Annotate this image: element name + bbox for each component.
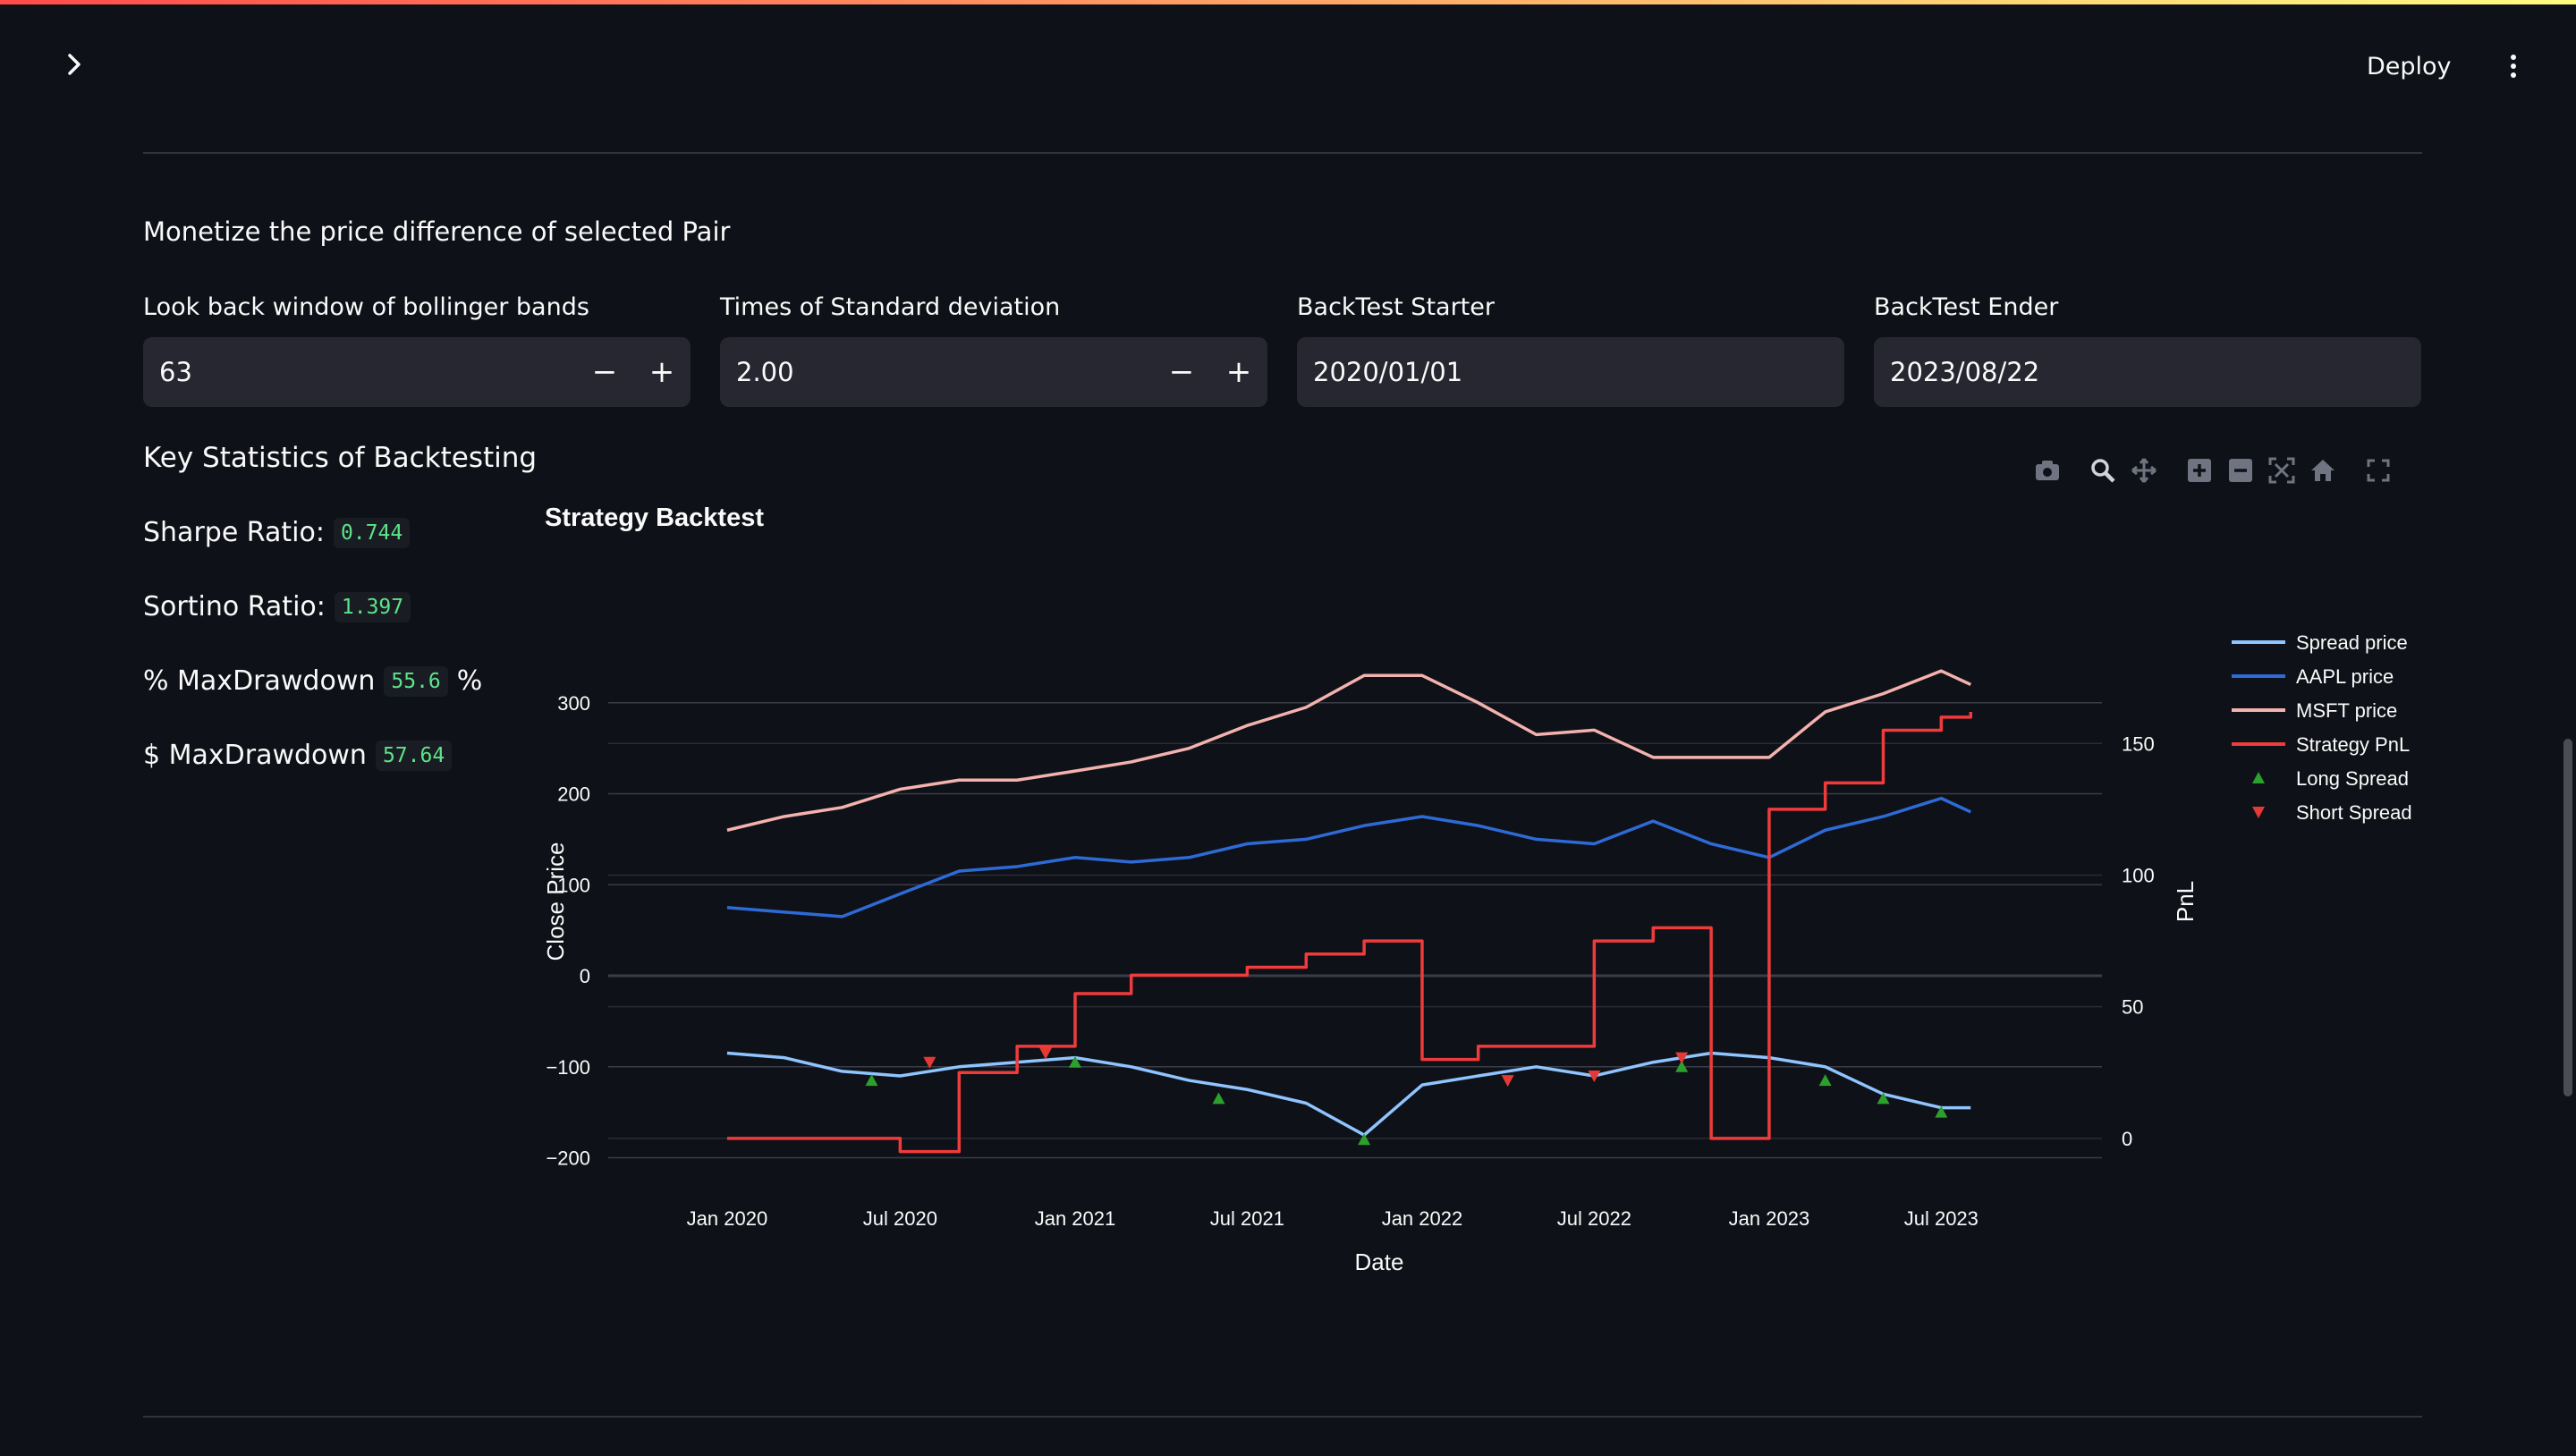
long-spread-marker xyxy=(1818,1074,1832,1087)
x-tick-label: Jan 2023 xyxy=(1729,1207,1810,1230)
long-spread-marker xyxy=(1358,1133,1371,1146)
x-tick-label: Jul 2020 xyxy=(863,1207,937,1230)
x-tick-label: Jul 2022 xyxy=(1557,1207,1631,1230)
long-spread-marker xyxy=(865,1074,878,1087)
legend-label: Short Spread xyxy=(2296,801,2412,824)
short-spread-marker xyxy=(1039,1047,1053,1060)
y-tick-label: −100 xyxy=(546,1056,590,1079)
legend-label: MSFT price xyxy=(2296,699,2397,722)
x-tick-label: Jul 2023 xyxy=(1904,1207,1979,1230)
legend-label: Spread price xyxy=(2296,631,2408,654)
y2-tick-label: 50 xyxy=(2122,996,2143,1019)
y-tick-label: −200 xyxy=(546,1147,590,1170)
scrollbar-thumb[interactable] xyxy=(2563,739,2572,1096)
x-axis-title: Date xyxy=(1355,1249,1404,1275)
strategy-pnl-line xyxy=(726,711,1973,1154)
y-tick-label: 300 xyxy=(557,692,590,715)
y2-tick-label: 150 xyxy=(2122,732,2155,755)
y2-tick-label: 100 xyxy=(2122,864,2155,886)
legend-label: Long Spread xyxy=(2296,767,2409,790)
legend-label: AAPL price xyxy=(2296,665,2394,688)
y2-axis-title: PnL xyxy=(2172,881,2199,922)
x-tick-label: Jan 2022 xyxy=(1382,1207,1463,1230)
legend-label: Strategy PnL xyxy=(2296,733,2410,756)
strategy-backtest-chart[interactable]: Strategy Backtest3002001000−100−20015010… xyxy=(0,0,2576,1456)
long-spread-marker xyxy=(1212,1092,1225,1105)
spread-price-line xyxy=(726,1051,1971,1137)
x-tick-label: Jul 2021 xyxy=(1210,1207,1284,1230)
msft-price-line xyxy=(726,669,1972,832)
y-tick-label: 200 xyxy=(557,783,590,806)
chart-title: Strategy Backtest xyxy=(545,504,764,532)
y-axis-title: Close Price xyxy=(542,842,569,961)
short-spread-marker xyxy=(1501,1075,1514,1088)
aapl-price-line xyxy=(726,796,1972,918)
y-tick-label: 0 xyxy=(580,965,590,987)
y2-tick-label: 0 xyxy=(2122,1128,2132,1150)
divider xyxy=(143,1416,2422,1418)
legend-swatch xyxy=(2252,772,2265,783)
x-tick-label: Jan 2021 xyxy=(1035,1207,1116,1230)
x-tick-label: Jan 2020 xyxy=(687,1207,768,1230)
legend-swatch xyxy=(2252,807,2265,818)
